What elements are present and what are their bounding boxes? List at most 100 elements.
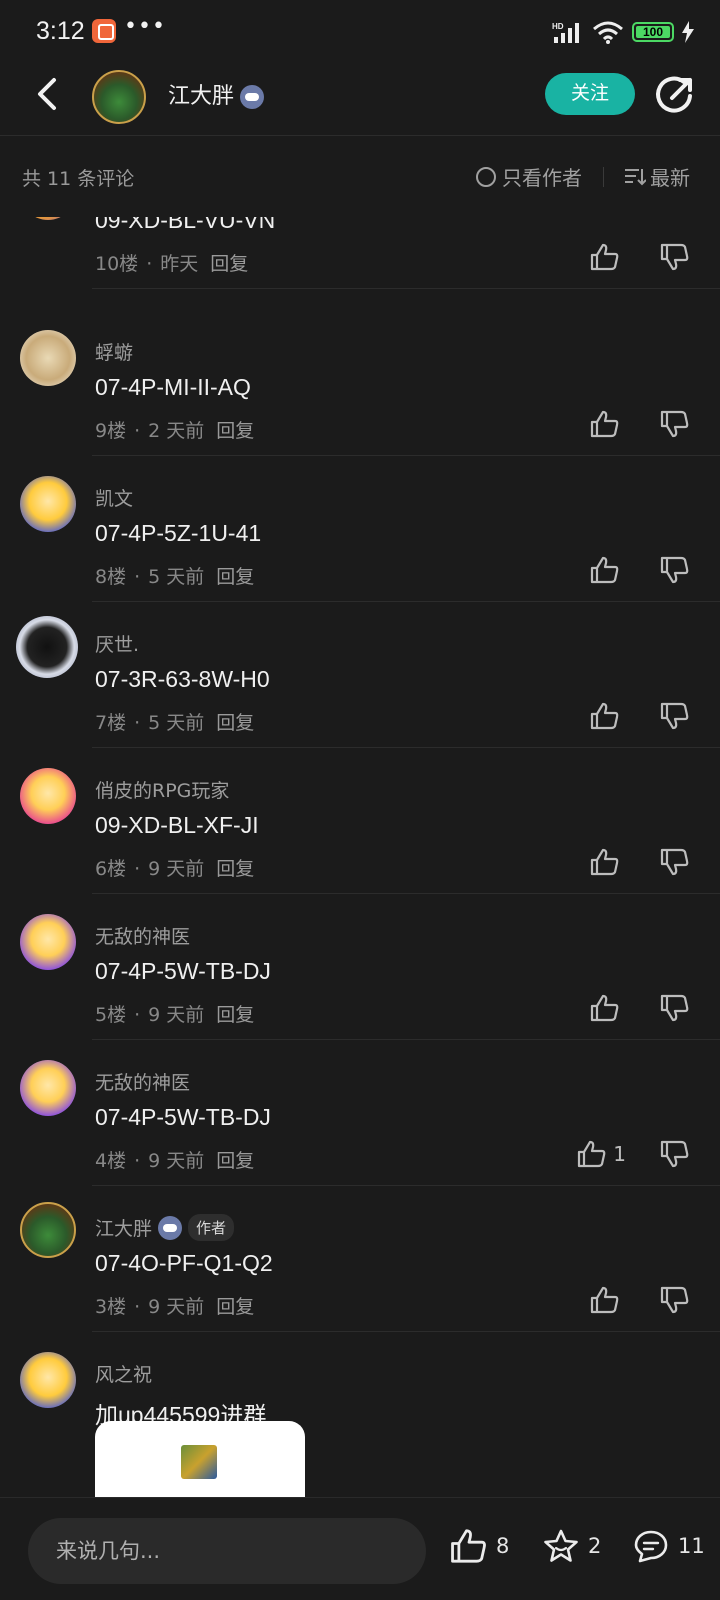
charging-icon <box>682 21 694 43</box>
floor-number: 8楼 <box>95 566 127 588</box>
thumbs-down-icon[interactable] <box>660 994 690 1022</box>
thumbs-down-icon[interactable] <box>660 1140 690 1168</box>
thumbs-up-icon <box>590 410 619 438</box>
comment-meta: 7楼 · 5 天前 回复 <box>95 712 255 734</box>
sort-label: 最新 <box>650 166 690 190</box>
user-avatar[interactable] <box>20 217 76 220</box>
author-tag: 作者 <box>188 1214 235 1241</box>
user-name[interactable]: 厌世. <box>95 630 139 657</box>
follow-button[interactable]: 关注 <box>545 73 635 115</box>
battery-icon: 100 <box>632 22 674 42</box>
radio-icon <box>476 166 496 187</box>
user-avatar[interactable] <box>20 768 76 824</box>
favorite-button[interactable]: 2 <box>542 1528 601 1564</box>
user-avatar[interactable] <box>20 476 76 532</box>
reply-button[interactable]: 回复 <box>216 712 254 734</box>
app-notification-icon <box>92 19 116 43</box>
comment-list: 09-XD-BL-VU-VN 10楼 · 昨天 回复 蜉蝣 07-4P-MI-II-A… <box>0 217 720 1497</box>
separator <box>92 288 720 289</box>
thumbs-down-icon[interactable] <box>660 848 690 876</box>
comment-meta: 6楼 · 9 天前 回复 <box>95 858 255 880</box>
thumbs-up-icon <box>590 702 619 730</box>
comment-count: 共 11 条评论 <box>22 168 135 190</box>
user-avatar[interactable] <box>16 616 78 678</box>
only-author-label: 只看作者 <box>502 166 582 190</box>
comments-button[interactable]: 11 <box>632 1528 705 1564</box>
only-author-toggle[interactable]: 只看作者 <box>476 162 582 191</box>
thumbs-up-icon <box>590 1286 619 1314</box>
like-button[interactable] <box>590 848 626 876</box>
comment-item: 厌世. 07-3R-63-8W-H0 7楼 · 5 天前 回复 <box>0 602 720 748</box>
comment-time: 5 天前 <box>148 566 205 588</box>
user-avatar[interactable] <box>20 1060 76 1116</box>
thumbs-down-icon[interactable] <box>660 410 690 438</box>
reply-button[interactable]: 回复 <box>216 858 254 880</box>
battery-level: 100 <box>642 25 664 39</box>
gamepad-badge-icon <box>158 1215 183 1240</box>
comment-time: 2 天前 <box>148 420 205 442</box>
thumbs-down-icon[interactable] <box>660 556 690 584</box>
share-icon[interactable] <box>654 74 696 116</box>
user-avatar[interactable] <box>20 330 76 386</box>
svg-text:HD: HD <box>552 22 564 31</box>
back-arrow-icon[interactable] <box>28 74 68 114</box>
author-avatar[interactable] <box>92 70 146 124</box>
thumbs-down-icon[interactable] <box>660 243 690 271</box>
floor-number: 7楼 <box>95 712 127 734</box>
reply-button[interactable]: 回复 <box>216 1150 254 1172</box>
like-button[interactable] <box>590 994 626 1022</box>
like-button[interactable] <box>590 243 626 271</box>
thumbs-down-icon[interactable] <box>660 1286 690 1314</box>
like-count: 1 <box>613 1142 626 1166</box>
user-name[interactable]: 俏皮的RPG玩家 <box>95 776 229 803</box>
comment-meta: 4楼 · 9 天前 回复 <box>95 1150 255 1172</box>
like-button[interactable]: 1 <box>577 1140 626 1168</box>
reply-button[interactable]: 回复 <box>216 1004 254 1026</box>
user-name[interactable]: 无敌的神医 <box>95 922 190 949</box>
star-icon <box>544 1529 578 1562</box>
reply-button[interactable]: 回复 <box>216 420 254 442</box>
reply-button[interactable]: 回复 <box>216 1296 254 1318</box>
comment-text: 07-4O-PF-Q1-Q2 <box>95 1250 273 1276</box>
status-time: 3:12 <box>36 17 85 45</box>
image-thumbnail <box>181 1445 217 1479</box>
user-name[interactable]: 蜉蝣 <box>95 338 133 365</box>
comment-meta: 10楼 · 昨天 回复 <box>95 253 249 275</box>
sort-button[interactable]: 最新 <box>624 162 690 191</box>
thumbs-down-icon[interactable] <box>660 702 690 730</box>
user-name[interactable]: 江大胖 作者 <box>95 1214 235 1241</box>
wifi-icon <box>593 21 623 44</box>
like-button[interactable] <box>590 1286 626 1314</box>
thumbs-up-icon <box>451 1529 486 1563</box>
comment-time: 昨天 <box>160 253 199 275</box>
thumbs-up-icon <box>590 994 619 1022</box>
like-button[interactable] <box>590 410 626 438</box>
like-button[interactable] <box>590 702 626 730</box>
author-name[interactable]: 江大胖 <box>168 78 265 110</box>
user-avatar[interactable] <box>20 1352 76 1408</box>
comment-text: 07-4P-5W-TB-DJ <box>95 1104 271 1130</box>
user-avatar[interactable] <box>20 914 76 970</box>
comment-item: 蜉蝣 07-4P-MI-II-AQ 9楼 · 2 天前 回复 <box>0 310 720 456</box>
comment-text: 09-XD-BL-VU-VN <box>95 217 276 233</box>
comment-image[interactable] <box>95 1421 305 1497</box>
comment-item: 江大胖 作者 07-4O-PF-Q1-Q2 3楼 · 9 天前 回复 <box>0 1186 720 1332</box>
comment-time: 9 天前 <box>148 1004 205 1026</box>
user-avatar[interactable] <box>20 1202 76 1258</box>
more-notifications-icon: ••• <box>124 14 166 39</box>
floor-number: 9楼 <box>95 420 127 442</box>
post-like-button[interactable]: 8 <box>450 1528 509 1564</box>
comment-input[interactable] <box>28 1518 426 1584</box>
comment-item: 无敌的神医 07-4P-5W-TB-DJ 5楼 · 9 天前 回复 <box>0 894 720 1040</box>
comment-time: 9 天前 <box>148 858 205 880</box>
user-name[interactable]: 风之祝 <box>95 1360 152 1387</box>
user-name[interactable]: 无敌的神医 <box>95 1068 190 1095</box>
reply-button[interactable]: 回复 <box>210 253 248 275</box>
status-bar: 3:12 ••• HD 100 <box>0 0 720 60</box>
bottom-action-bar: 8 2 11 <box>0 1497 720 1600</box>
comment-item: 09-XD-BL-VU-VN 10楼 · 昨天 回复 <box>0 217 720 289</box>
like-button[interactable] <box>590 556 626 584</box>
floor-number: 4楼 <box>95 1150 127 1172</box>
user-name[interactable]: 凯文 <box>95 484 133 511</box>
reply-button[interactable]: 回复 <box>216 566 254 588</box>
